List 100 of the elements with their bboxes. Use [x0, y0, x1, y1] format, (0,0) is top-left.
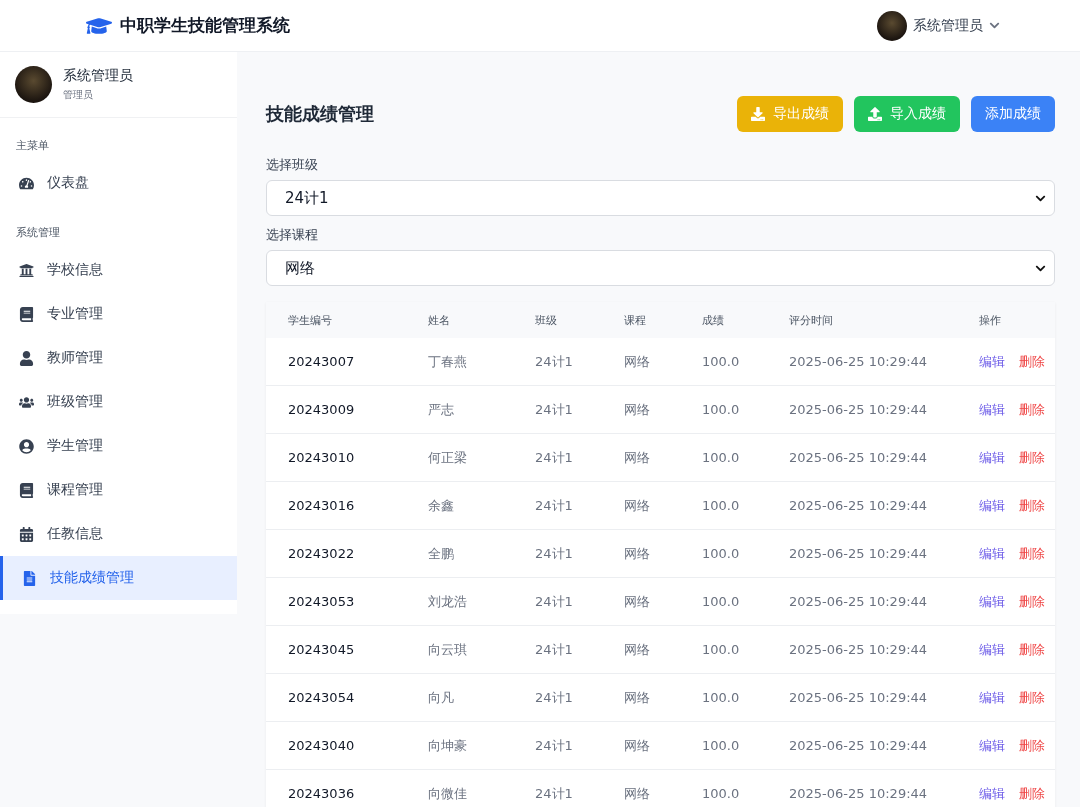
- edit-link[interactable]: 编辑: [979, 352, 1005, 371]
- book-icon: [19, 306, 34, 322]
- avatar-photo-placeholder: [877, 10, 907, 41]
- table-cell-text: 严志: [428, 400, 455, 419]
- delete-link[interactable]: 删除: [1019, 496, 1045, 515]
- table-cell-text: 2025-06-25 10:29:44: [789, 450, 929, 465]
- nav-item[interactable]: 教师管理: [0, 336, 237, 380]
- delete-link[interactable]: 删除: [1019, 736, 1045, 755]
- table-cell-text: 向凡: [428, 688, 455, 707]
- select-field[interactable]: 网络: [266, 250, 1055, 286]
- profile-name: 系统管理员: [63, 67, 133, 85]
- table-cell-text: 2025-06-25 10:29:44: [789, 786, 929, 801]
- column-header: 姓名: [428, 312, 451, 328]
- book-icon: [19, 482, 34, 498]
- table-cell-text: 2025-06-25 10:29:44: [789, 354, 929, 369]
- field-label: 选择班级: [266, 156, 319, 174]
- table-cell-text: 24计1: [535, 784, 574, 803]
- table-cell-text: 网络: [624, 352, 651, 371]
- nav-item[interactable]: 仪表盘: [0, 161, 237, 205]
- add-button[interactable]: 添加成绩: [971, 96, 1055, 132]
- edit-link[interactable]: 编辑: [979, 592, 1005, 611]
- table-cell-text: 24计1: [535, 688, 574, 707]
- table-cell-text: 20243053: [288, 594, 356, 609]
- field-label: 选择课程: [266, 226, 319, 244]
- nav-item[interactable]: 技能成绩管理: [0, 556, 237, 600]
- table-cell-text: 20243036: [288, 786, 356, 801]
- delete-link[interactable]: 删除: [1019, 688, 1045, 707]
- table-cell-text: 100.0: [702, 498, 741, 513]
- table-cell-text: 20243016: [288, 498, 356, 513]
- delete-link[interactable]: 删除: [1019, 640, 1045, 659]
- column-header: 班级: [535, 312, 558, 328]
- table-cell-text: 2025-06-25 10:29:44: [789, 402, 929, 417]
- group-icon: [19, 394, 34, 410]
- table-cell-text: 网络: [624, 640, 651, 659]
- calendar-icon: [19, 526, 34, 542]
- edit-link[interactable]: 编辑: [979, 640, 1005, 659]
- table-cell-text: 100.0: [702, 546, 741, 561]
- delete-link[interactable]: 删除: [1019, 448, 1045, 467]
- gauge-icon: [19, 175, 34, 191]
- table-cell-text: 24计1: [535, 448, 574, 467]
- table-cell-text: 刘龙浩: [428, 592, 468, 611]
- delete-link[interactable]: 删除: [1019, 544, 1045, 563]
- edit-link[interactable]: 编辑: [979, 688, 1005, 707]
- table-cell-text: 2025-06-25 10:29:44: [789, 690, 929, 705]
- column-header: 学生编号: [288, 312, 333, 328]
- edit-link[interactable]: 编辑: [979, 736, 1005, 755]
- download-icon: [751, 107, 765, 121]
- table-cell-text: 2025-06-25 10:29:44: [789, 594, 929, 609]
- table-cell-text: 余鑫: [428, 496, 455, 515]
- nav-item[interactable]: 学校信息: [0, 248, 237, 292]
- delete-link[interactable]: 删除: [1019, 400, 1045, 419]
- delete-link[interactable]: 删除: [1019, 352, 1045, 371]
- table-cell-text: 24计1: [535, 736, 574, 755]
- nav-item[interactable]: 班级管理: [0, 380, 237, 424]
- table-cell-text: 100.0: [702, 594, 741, 609]
- column-header: 成绩: [702, 312, 725, 328]
- select-field[interactable]: 24计1: [266, 180, 1055, 216]
- delete-link[interactable]: 删除: [1019, 784, 1045, 803]
- table-cell-text: 2025-06-25 10:29:44: [789, 642, 929, 657]
- document-icon: [22, 570, 37, 586]
- edit-link[interactable]: 编辑: [979, 400, 1005, 419]
- table-cell-text: 全鹏: [428, 544, 455, 563]
- table-cell-text: 网络: [624, 496, 651, 515]
- table-cell-text: 24计1: [535, 496, 574, 515]
- edit-link[interactable]: 编辑: [979, 496, 1005, 515]
- section-title: 主菜单: [15, 138, 50, 154]
- person-icon: [19, 350, 34, 366]
- chevron-down-icon: [989, 20, 1000, 31]
- table-cell-text: 网络: [624, 448, 651, 467]
- nav-item[interactable]: 学生管理: [0, 424, 237, 468]
- table-cell-text: 20243007: [288, 354, 356, 369]
- avatar-photo-placeholder: [15, 66, 52, 103]
- edit-link[interactable]: 编辑: [979, 784, 1005, 803]
- nav-item[interactable]: 专业管理: [0, 292, 237, 336]
- nav-item[interactable]: 任教信息: [0, 512, 237, 556]
- nav-item[interactable]: 课程管理: [0, 468, 237, 512]
- table-cell-text: 网络: [624, 784, 651, 803]
- delete-link[interactable]: 删除: [1019, 592, 1045, 611]
- table-cell-text: 100.0: [702, 738, 741, 753]
- edit-link[interactable]: 编辑: [979, 448, 1005, 467]
- table-cell-text: 24计1: [535, 400, 574, 419]
- table-cell-text: 100.0: [702, 354, 741, 369]
- table-cell-text: 100.0: [702, 642, 741, 657]
- column-header: 课程: [624, 312, 647, 328]
- table-cell-text: 100.0: [702, 690, 741, 705]
- table-cell-text: 网络: [624, 544, 651, 563]
- user-menu[interactable]: 系统管理员: [877, 10, 1000, 41]
- table-cell-text: 向微佳: [428, 784, 468, 803]
- table-cell-text: 100.0: [702, 450, 741, 465]
- table-cell-text: 20243040: [288, 738, 356, 753]
- upload-icon: [868, 107, 882, 121]
- edit-link[interactable]: 编辑: [979, 544, 1005, 563]
- bank-icon: [19, 262, 34, 278]
- table-cell-text: 20243022: [288, 546, 356, 561]
- table-cell-text: 何正梁: [428, 448, 468, 467]
- table-cell-text: 网络: [624, 400, 651, 419]
- table-cell-text: 2025-06-25 10:29:44: [789, 498, 929, 513]
- table-cell-text: 丁春燕: [428, 352, 468, 371]
- table-cell-text: 20243010: [288, 450, 356, 465]
- app-title: 中职学生技能管理系统: [120, 14, 290, 37]
